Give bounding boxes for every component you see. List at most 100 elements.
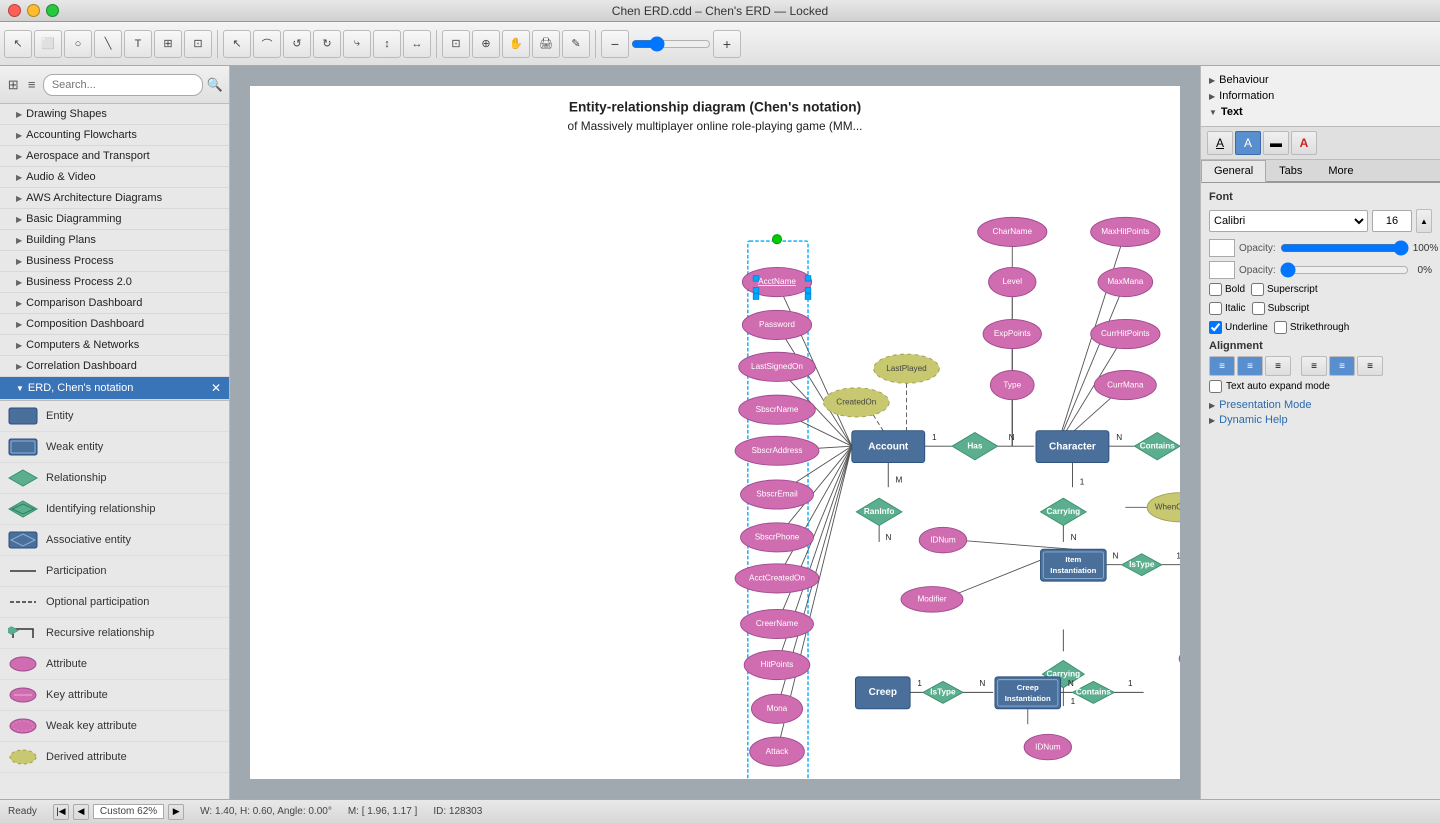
- nav-item-business-process-2[interactable]: ▶ Business Process 2.0: [0, 272, 229, 293]
- align-bottom-btn[interactable]: ≡: [1357, 356, 1383, 376]
- attr-itemdamage[interactable]: [1179, 646, 1180, 672]
- shape-item-participation[interactable]: Participation: [0, 556, 229, 587]
- zoom-out-button[interactable]: −: [601, 30, 629, 58]
- maximize-button[interactable]: [46, 4, 59, 17]
- weak-entity-item-inst[interactable]: [1041, 549, 1107, 581]
- select-tool[interactable]: ↖: [4, 30, 32, 58]
- table-tool[interactable]: ⊞: [154, 30, 182, 58]
- align-left-btn[interactable]: ≡: [1209, 356, 1235, 376]
- superscript-checkbox[interactable]: [1251, 283, 1264, 296]
- align-middle-btn[interactable]: ≡: [1329, 356, 1355, 376]
- shape-item-weak-key[interactable]: Weak key attribute: [0, 711, 229, 742]
- text-tool[interactable]: T: [124, 30, 152, 58]
- font-size-stepper-up[interactable]: ▲: [1416, 209, 1432, 233]
- bg-color-swatch[interactable]: [1209, 261, 1235, 279]
- pencil-tool[interactable]: ✎: [562, 30, 590, 58]
- nav-item-composition[interactable]: ▶ Composition Dashboard: [0, 314, 229, 335]
- align-center-btn[interactable]: ≡: [1237, 356, 1263, 376]
- weak-entity-creep-inst[interactable]: [995, 677, 1061, 709]
- flip-h-button[interactable]: ↔: [403, 30, 431, 58]
- underline-style-btn[interactable]: A: [1207, 131, 1233, 155]
- zoom-in-button[interactable]: ⊕: [472, 30, 500, 58]
- bold-check[interactable]: Bold: [1209, 283, 1245, 296]
- sidebar-list-button[interactable]: ≡: [24, 74, 38, 96]
- underline-check[interactable]: Underline: [1209, 321, 1268, 334]
- shape-item-entity[interactable]: Entity: [0, 401, 229, 432]
- bold-checkbox[interactable]: [1209, 283, 1222, 296]
- nav-item-aws[interactable]: ▶ AWS Architecture Diagrams: [0, 188, 229, 209]
- shape-item-attribute[interactable]: Attribute: [0, 649, 229, 680]
- pan-button[interactable]: ✋: [502, 30, 530, 58]
- handle-tr[interactable]: [805, 276, 810, 281]
- nav-item-building[interactable]: ▶ Building Plans: [0, 230, 229, 251]
- redo-button[interactable]: ↻: [313, 30, 341, 58]
- align-top-btn[interactable]: ≡: [1301, 356, 1327, 376]
- nav-item-computers[interactable]: ▶ Computers & Networks: [0, 335, 229, 356]
- handle-bl[interactable]: [753, 294, 758, 299]
- subscript-checkbox[interactable]: [1252, 302, 1265, 315]
- sidebar-search-button[interactable]: 🔍: [207, 74, 223, 96]
- italic-check[interactable]: Italic: [1209, 302, 1246, 315]
- top-handle[interactable]: [772, 235, 781, 244]
- font-family-select[interactable]: Calibri: [1209, 210, 1368, 232]
- shape-item-ident-rel[interactable]: Identifying relationship: [0, 494, 229, 525]
- handle-tl[interactable]: [753, 276, 758, 281]
- align-right-btn[interactable]: ≡: [1265, 356, 1291, 376]
- text-color-swatch[interactable]: [1209, 239, 1235, 257]
- handle-br[interactable]: [805, 294, 810, 299]
- rect-tool[interactable]: ⬜: [34, 30, 62, 58]
- dynamic-help-link[interactable]: ▶ Dynamic Help: [1209, 414, 1432, 426]
- tree-information[interactable]: ▶ Information: [1209, 88, 1432, 104]
- subscript-check[interactable]: Subscript: [1252, 302, 1310, 315]
- nav-item-drawing-shapes[interactable]: ▶ Drawing Shapes: [0, 104, 229, 125]
- print-button[interactable]: 🖨: [532, 30, 560, 58]
- shape-item-weak-entity[interactable]: Weak entity: [0, 432, 229, 463]
- opacity-slider-1[interactable]: [1280, 242, 1409, 254]
- shape-item-derived[interactable]: Derived attribute: [0, 742, 229, 773]
- close-erd-button[interactable]: ✕: [211, 381, 221, 395]
- zoom-slider[interactable]: [631, 36, 711, 52]
- opacity-slider-2[interactable]: [1280, 264, 1409, 276]
- window-controls[interactable]: [8, 4, 59, 17]
- connector-tool[interactable]: ⤷: [343, 30, 371, 58]
- nav-item-aerospace[interactable]: ▶ Aerospace and Transport: [0, 146, 229, 167]
- canvas-area[interactable]: Entity-relationship diagram (Chen's nota…: [230, 66, 1200, 799]
- undo-button[interactable]: ↺: [283, 30, 311, 58]
- shape-item-relationship[interactable]: Relationship: [0, 463, 229, 494]
- diagram-canvas[interactable]: Entity-relationship diagram (Chen's nota…: [250, 86, 1180, 779]
- handle-ml[interactable]: [753, 288, 758, 293]
- shape-item-opt-part[interactable]: Optional participation: [0, 587, 229, 618]
- sidebar-grid-button[interactable]: ⊞: [6, 74, 20, 96]
- nav-item-basic[interactable]: ▶ Basic Diagramming: [0, 209, 229, 230]
- sidebar-search-input[interactable]: [43, 74, 203, 96]
- minimize-button[interactable]: [27, 4, 40, 17]
- cursor-tool[interactable]: ↖: [223, 30, 251, 58]
- nav-item-business-process[interactable]: ▶ Business Process: [0, 251, 229, 272]
- auto-expand-checkbox[interactable]: [1209, 380, 1222, 393]
- underline-checkbox[interactable]: [1209, 321, 1222, 334]
- nav-item-erd-chen[interactable]: ▼ ERD, Chen's notation ✕: [0, 377, 229, 400]
- arc-tool[interactable]: ⌒: [253, 30, 281, 58]
- superscript-check[interactable]: Superscript: [1251, 283, 1318, 296]
- zoom-fit-button[interactable]: ⊡: [442, 30, 470, 58]
- close-button[interactable]: [8, 4, 21, 17]
- text-box-btn[interactable]: ▬: [1263, 131, 1289, 155]
- nav-item-comparison[interactable]: ▶ Comparison Dashboard: [0, 293, 229, 314]
- tab-tabs[interactable]: Tabs: [1266, 160, 1315, 181]
- nav-first-btn[interactable]: |◀: [53, 804, 69, 820]
- handle-mr[interactable]: [805, 288, 810, 293]
- image-tool[interactable]: ⊡: [184, 30, 212, 58]
- font-size-input[interactable]: [1372, 210, 1412, 232]
- tree-text[interactable]: ▼ Text: [1209, 104, 1432, 120]
- oval-tool[interactable]: ○: [64, 30, 92, 58]
- nav-item-accounting[interactable]: ▶ Accounting Flowcharts: [0, 125, 229, 146]
- line-tool[interactable]: ╲: [94, 30, 122, 58]
- presentation-mode-link[interactable]: ▶ Presentation Mode: [1209, 399, 1432, 411]
- font-color-btn[interactable]: A: [1291, 131, 1317, 155]
- nav-next-btn[interactable]: ▶: [168, 804, 184, 820]
- shape-item-recursive[interactable]: Recursive relationship: [0, 618, 229, 649]
- text-bg-btn[interactable]: A: [1235, 131, 1261, 155]
- tree-behaviour[interactable]: ▶ Behaviour: [1209, 72, 1432, 88]
- flip-v-button[interactable]: ↕: [373, 30, 401, 58]
- nav-prev-btn[interactable]: ◀: [73, 804, 89, 820]
